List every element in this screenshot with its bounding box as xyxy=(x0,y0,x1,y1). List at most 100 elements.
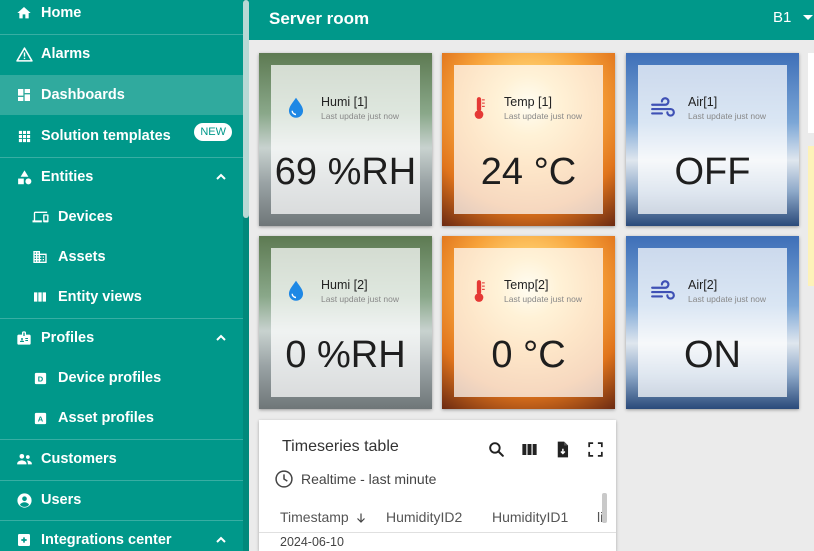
dashboard-title: Server room xyxy=(269,9,370,28)
tile-label: Air[2] xyxy=(688,278,718,292)
thermometer-icon xyxy=(474,97,485,119)
chevron-up-icon[interactable] xyxy=(213,330,229,346)
view-column-icon xyxy=(31,288,49,306)
offscreen-widget-edge xyxy=(808,146,814,286)
sidebar-item-users[interactable]: Users xyxy=(0,480,243,520)
tile-label: Air[1] xyxy=(688,95,718,109)
sidebar-item-device-profiles[interactable]: D Device profiles xyxy=(0,358,243,398)
warning-icon xyxy=(15,45,33,63)
last-update: Last update just now xyxy=(688,111,766,121)
columns-icon[interactable] xyxy=(520,440,539,459)
people-icon xyxy=(15,450,33,468)
asset-profile-icon: A xyxy=(31,409,49,427)
value-card: Temp[2] Last update just now 0 °C xyxy=(454,248,603,397)
tile-value: 0 °C xyxy=(491,334,566,376)
column-label: Timestamp xyxy=(280,509,349,525)
tile-label: Humi [1] xyxy=(321,95,368,109)
water-drop-icon xyxy=(288,280,304,301)
widget-toolbar xyxy=(487,440,605,459)
last-update: Last update just now xyxy=(688,294,766,304)
dashboard-icon xyxy=(15,86,33,104)
air-tile-2[interactable]: Air[2] Last update just now ON xyxy=(626,236,799,409)
air-tile-1[interactable]: Air[1] Last update just now OFF xyxy=(626,53,799,226)
temperature-tile-2[interactable]: Temp[2] Last update just now 0 °C xyxy=(442,236,615,409)
sidebar-item-home[interactable]: Home xyxy=(0,0,243,33)
last-update: Last update just now xyxy=(504,111,582,121)
state-selector[interactable]: B1 xyxy=(773,9,791,26)
sidebar-item-label: Customers xyxy=(41,451,117,467)
sidebar: Home Alarms Dashboards Solution template… xyxy=(0,0,243,551)
arrow-down-icon xyxy=(356,513,365,523)
integrations-icon xyxy=(15,531,33,549)
sidebar-item-assets[interactable]: Assets xyxy=(0,237,243,277)
table-header: Timestamp HumidityID2 HumidityID1 li xyxy=(259,497,616,533)
last-update: Last update just now xyxy=(504,294,582,304)
sidebar-item-label: Alarms xyxy=(41,46,91,62)
sidebar-item-dashboards[interactable]: Dashboards xyxy=(0,75,243,115)
device-profile-icon: D xyxy=(31,369,49,387)
fullscreen-icon[interactable] xyxy=(586,440,605,459)
clock-icon xyxy=(275,470,293,488)
value-card: Air[1] Last update just now OFF xyxy=(638,65,787,214)
tile-value: OFF xyxy=(674,151,751,193)
humidity-tile-2[interactable]: Humi [2] Last update just now 0 %RH xyxy=(259,236,432,409)
tile-value: 24 °C xyxy=(480,151,577,193)
home-icon xyxy=(15,4,33,22)
column-header-timestamp[interactable]: Timestamp xyxy=(280,509,367,525)
sidebar-item-label: Entity views xyxy=(58,289,142,305)
table-horizontal-scrollbar[interactable] xyxy=(602,493,607,523)
tile-label: Humi [2] xyxy=(321,278,368,292)
column-header-humidityid2[interactable]: HumidityID2 xyxy=(386,509,462,525)
last-update: Last update just now xyxy=(321,294,399,304)
sidebar-item-profiles[interactable]: Profiles xyxy=(0,318,243,358)
search-icon[interactable] xyxy=(487,440,506,459)
offscreen-widget-edge xyxy=(808,53,814,133)
sidebar-item-solution-templates[interactable]: Solution templates NEW xyxy=(0,116,243,156)
widget-title: Timeseries table xyxy=(282,438,399,455)
grid-icon xyxy=(15,127,33,145)
value-card: Temp [1] Last update just now 24 °C xyxy=(454,65,603,214)
dashboard-toolbar: Server room B1 xyxy=(249,0,814,40)
svg-text:A: A xyxy=(37,414,43,423)
sidebar-item-devices[interactable]: Devices xyxy=(0,197,243,237)
temperature-tile-1[interactable]: Temp [1] Last update just now 24 °C xyxy=(442,53,615,226)
sidebar-item-label: Assets xyxy=(58,249,106,265)
wind-icon xyxy=(651,280,675,300)
thermometer-icon xyxy=(474,280,485,302)
tile-label: Temp[2] xyxy=(504,278,549,292)
sidebar-item-label: Entities xyxy=(41,169,94,185)
value-card: Humi [2] Last update just now 0 %RH xyxy=(271,248,420,397)
timewindow-label: Realtime - last minute xyxy=(301,471,437,487)
dropdown-caret-icon[interactable] xyxy=(803,15,813,20)
sidebar-item-integrations-center[interactable]: Integrations center xyxy=(0,520,243,551)
domain-icon xyxy=(31,248,49,266)
tile-label: Temp [1] xyxy=(504,95,552,109)
chevron-up-icon[interactable] xyxy=(213,169,229,185)
chevron-up-icon[interactable] xyxy=(213,532,229,548)
sidebar-item-entity-views[interactable]: Entity views xyxy=(0,277,243,317)
timewindow-selector[interactable]: Realtime - last minute xyxy=(274,469,436,489)
sidebar-item-alarms[interactable]: Alarms xyxy=(0,34,243,74)
column-header-humidityid1[interactable]: HumidityID1 xyxy=(492,509,568,525)
sidebar-item-customers[interactable]: Customers xyxy=(0,439,243,479)
tile-value: 0 %RH xyxy=(285,334,406,376)
sidebar-item-label: Integrations center xyxy=(41,532,172,548)
account-icon xyxy=(15,491,33,509)
export-icon[interactable] xyxy=(553,440,572,459)
sidebar-item-label: Solution templates xyxy=(41,128,171,144)
last-update: Last update just now xyxy=(321,111,399,121)
tile-value: ON xyxy=(684,334,741,376)
sidebar-item-asset-profiles[interactable]: A Asset profiles xyxy=(0,398,243,438)
sidebar-item-entities[interactable]: Entities xyxy=(0,157,243,197)
value-card: Air[2] Last update just now ON xyxy=(638,248,787,397)
water-drop-icon xyxy=(288,97,304,118)
sidebar-item-label: Dashboards xyxy=(41,87,125,103)
sidebar-item-label: Home xyxy=(41,5,82,21)
sidebar-item-label: Profiles xyxy=(41,330,95,346)
value-card: Humi [1] Last update just now 69 %RH xyxy=(271,65,420,214)
badge-icon xyxy=(15,329,33,347)
new-badge: NEW xyxy=(194,123,232,141)
dashboard-canvas: Humi [1] Last update just now 69 %RH Tem… xyxy=(249,40,814,551)
sidebar-item-label: Users xyxy=(41,492,82,508)
humidity-tile-1[interactable]: Humi [1] Last update just now 69 %RH xyxy=(259,53,432,226)
